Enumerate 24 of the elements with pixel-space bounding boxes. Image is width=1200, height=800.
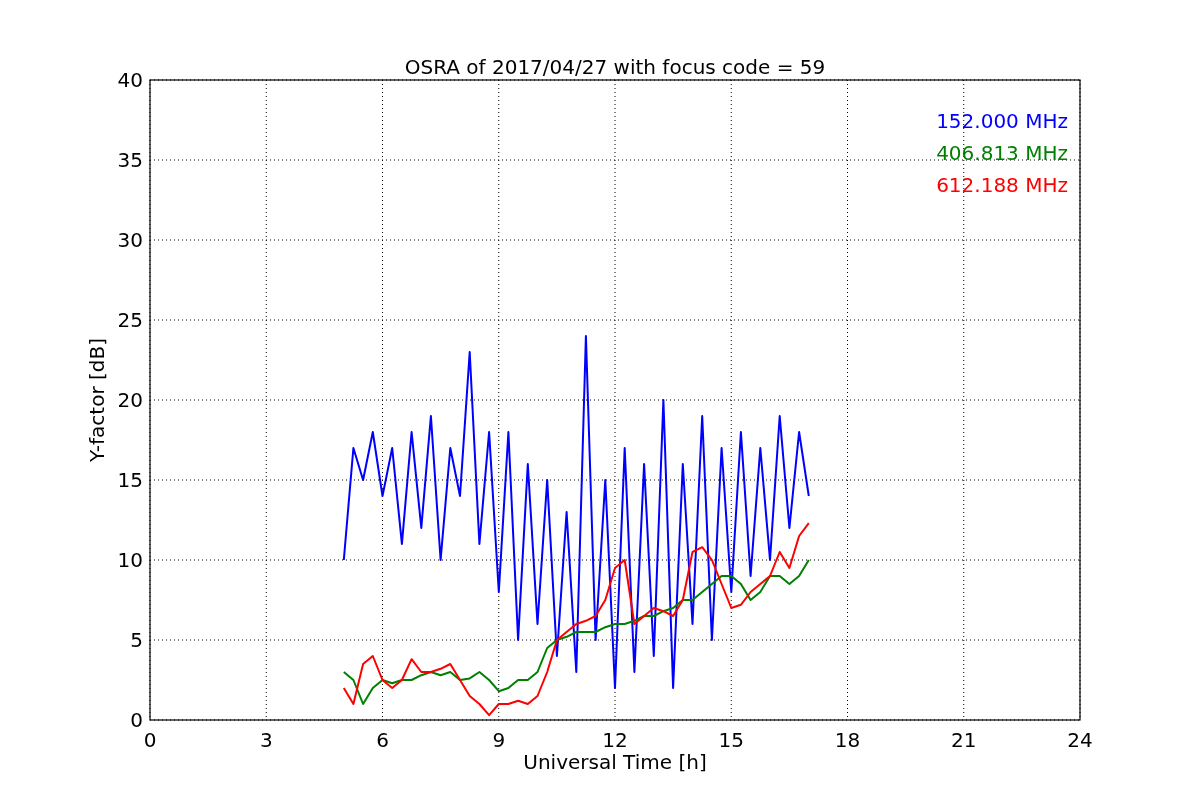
- tick-label: 20: [117, 388, 143, 412]
- x-axis-label: Universal Time [h]: [523, 750, 707, 774]
- tick-label: 15: [117, 468, 143, 492]
- tick-label: 24: [1067, 728, 1093, 752]
- tick-label: 9: [492, 728, 506, 752]
- tick-label: 0: [130, 708, 143, 732]
- tick-label: 6: [376, 728, 389, 752]
- legend-label: 406.813 MHz: [936, 141, 1068, 165]
- tick-label: 21: [951, 728, 977, 752]
- tick-label: 5: [130, 628, 143, 652]
- legend-label: 612.188 MHz: [936, 173, 1068, 197]
- tick-label: 10: [117, 548, 143, 572]
- tick-label: 12: [602, 728, 628, 752]
- tick-label: 35: [117, 148, 143, 172]
- tick-label: 30: [117, 228, 143, 252]
- tick-label: 15: [718, 728, 744, 752]
- chart-title: OSRA of 2017/04/27 with focus code = 59: [404, 55, 826, 79]
- y-axis-label: Y-factor [dB]: [85, 338, 109, 462]
- legend-label: 152.000 MHz: [936, 109, 1068, 133]
- tick-label: 0: [143, 728, 157, 752]
- tick-label: 18: [834, 728, 861, 752]
- tick-label: 25: [117, 308, 143, 332]
- tick-label: 3: [259, 728, 273, 752]
- tick-label: 40: [117, 68, 143, 92]
